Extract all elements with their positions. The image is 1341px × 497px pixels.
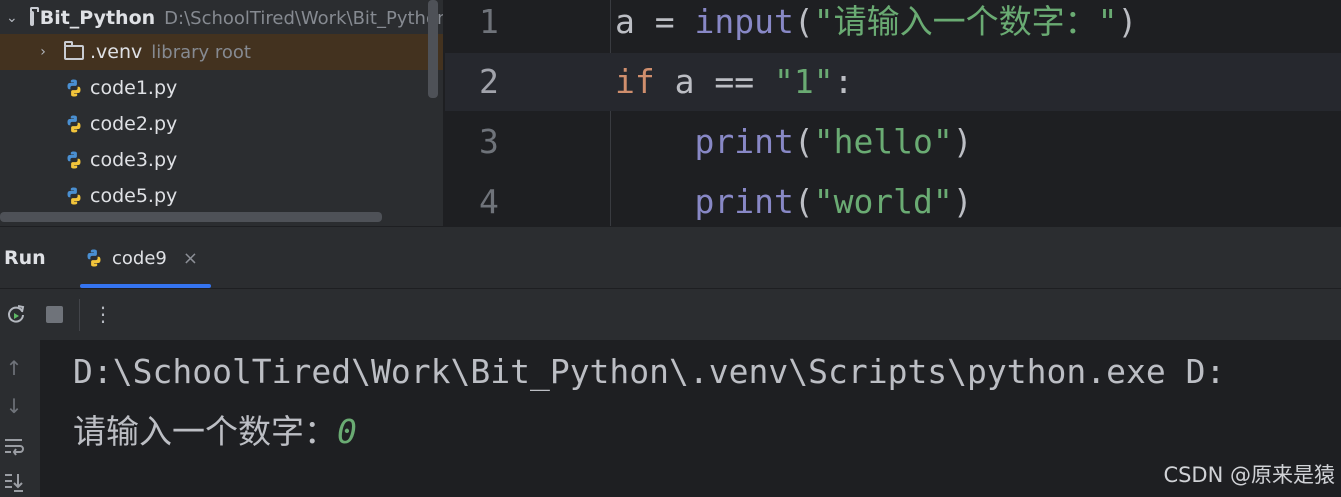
- close-icon[interactable]: ×: [183, 248, 198, 269]
- code-token: (: [793, 182, 814, 221]
- stop-icon: [45, 305, 63, 323]
- rerun-button[interactable]: [3, 301, 29, 327]
- project-tree: ⌄ Bit_Python D:\SchoolTired\Work\Bit_Pyt…: [0, 0, 443, 226]
- tab-label: code9: [112, 247, 167, 269]
- code-token: print: [694, 122, 794, 161]
- line-number: 2: [479, 62, 499, 101]
- console-user-input: 0: [337, 412, 357, 451]
- stop-button[interactable]: [41, 301, 67, 327]
- down-arrow-icon[interactable]: ↓: [2, 394, 26, 418]
- python-icon: [67, 187, 81, 205]
- folder-icon: [29, 6, 39, 26]
- vertical-scrollbar[interactable]: [428, 0, 438, 98]
- soft-wrap-icon[interactable]: [2, 434, 26, 458]
- console-output[interactable]: ↑ ↓ D:\SchoolTired\Work\Bit_Python\.venv…: [0, 340, 1341, 497]
- code-token: a ==: [654, 62, 774, 101]
- run-toolbar: ⋮: [0, 288, 1341, 340]
- tree-item-label: code3.py: [90, 149, 178, 171]
- code-text: a = input("请输入一个数字："): [615, 0, 1137, 51]
- horizontal-scrollbar[interactable]: [0, 212, 382, 222]
- python-icon: [67, 79, 81, 97]
- code-token: :: [833, 62, 854, 101]
- tree-item-venv[interactable]: › .venv library root: [0, 34, 443, 70]
- console-prompt-line: 请输入一个数字：0: [73, 402, 357, 462]
- more-options-button[interactable]: ⋮: [90, 301, 116, 327]
- code-token: (: [793, 122, 814, 161]
- tree-item-label: code5.py: [90, 185, 178, 207]
- code-editor[interactable]: 1a = input("请输入一个数字：") 2 if a == "1": 3 pri…: [445, 0, 1341, 226]
- scroll-to-end-icon[interactable]: [2, 470, 26, 494]
- code-line[interactable]: 2 if a == "1":: [445, 53, 1341, 111]
- up-arrow-icon[interactable]: ↑: [2, 356, 26, 380]
- console-gutter: ↑ ↓: [0, 340, 40, 497]
- tree-item-label: code1.py: [90, 77, 178, 99]
- tree-item-label: code2.py: [90, 113, 178, 135]
- folder-icon: [64, 40, 84, 60]
- run-tool-window-header: Run code9 ×: [0, 226, 1341, 288]
- code-text: if a == "1":: [615, 53, 853, 111]
- code-line[interactable]: 3 print("hello"): [445, 113, 1341, 171]
- rerun-icon: [8, 305, 25, 323]
- code-token: "请输入一个数字：": [813, 2, 1118, 41]
- console-prompt: 请输入一个数字：: [73, 412, 337, 451]
- code-text: print("hello"): [615, 113, 973, 171]
- run-title: Run: [4, 247, 46, 269]
- tree-item-label: .venv: [90, 41, 143, 63]
- tree-item-file[interactable]: code5.py: [0, 178, 443, 214]
- python-icon: [87, 249, 101, 267]
- code-token: a =: [615, 2, 695, 41]
- chevron-down-icon[interactable]: ⌄: [6, 10, 18, 26]
- console-command-line: D:\SchoolTired\Work\Bit_Python\.venv\Scr…: [73, 352, 1226, 391]
- code-token: ): [1117, 2, 1138, 41]
- tree-item-file[interactable]: code2.py: [0, 106, 443, 142]
- code-token: if: [615, 62, 655, 101]
- tree-root-path: D:\SchoolTired\Work\Bit_Python: [164, 7, 443, 29]
- tree-item-file[interactable]: code1.py: [0, 70, 443, 106]
- code-text: print("world"): [615, 173, 973, 226]
- chevron-right-icon[interactable]: ›: [34, 44, 52, 60]
- line-number: 4: [479, 182, 499, 221]
- toolbar-divider: [79, 299, 80, 331]
- library-root-hint: library root: [151, 41, 251, 63]
- code-token: input: [694, 2, 794, 41]
- line-number: 3: [479, 122, 499, 161]
- code-token: print: [694, 182, 794, 221]
- code-token: "1": [773, 62, 834, 101]
- tree-root[interactable]: ⌄ Bit_Python D:\SchoolTired\Work\Bit_Pyt…: [0, 0, 443, 36]
- code-line[interactable]: 4 print("world"): [445, 173, 1341, 226]
- tree-root-name: Bit_Python: [39, 7, 156, 29]
- tree-item-file[interactable]: code3.py: [0, 142, 443, 178]
- tab-code9[interactable]: code9 ×: [80, 227, 211, 289]
- code-token: ): [952, 182, 973, 221]
- watermark: CSDN @原来是猿: [1163, 463, 1335, 487]
- code-line[interactable]: 1 a = input("请输入一个数字："): [445, 0, 1341, 51]
- code-token: "world": [813, 182, 953, 221]
- code-token: (: [793, 2, 814, 41]
- code-token: ): [952, 122, 973, 161]
- code-token: "hello": [813, 122, 953, 161]
- python-icon: [67, 115, 81, 133]
- line-number: 1: [479, 2, 499, 41]
- python-icon: [67, 151, 81, 169]
